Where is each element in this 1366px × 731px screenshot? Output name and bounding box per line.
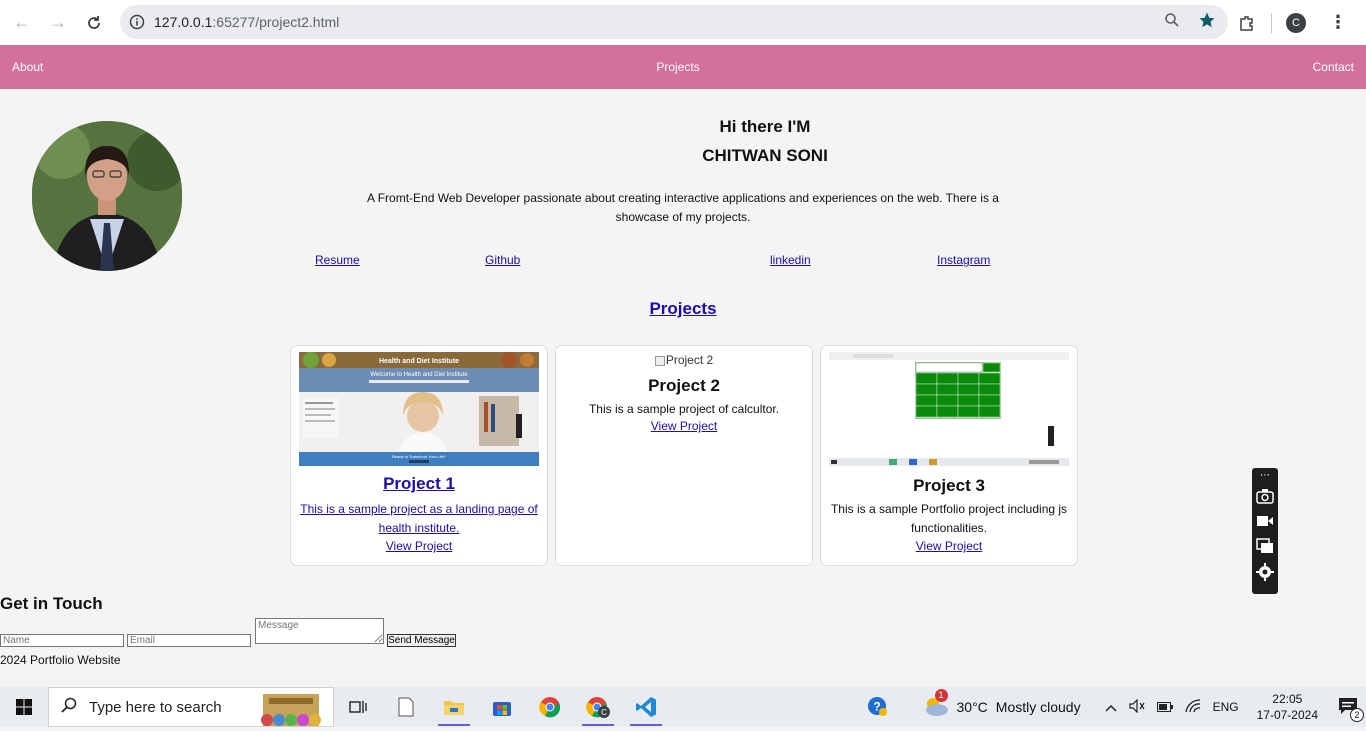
url-path: :65277/project2.html — [212, 14, 339, 30]
url-text[interactable]: 127.0.0.1:65277/project2.html — [154, 14, 339, 30]
thumb-welcome-text: Welcome to Health and Diet Institute — [370, 372, 468, 378]
file-explorer-icon[interactable] — [430, 687, 478, 727]
project-3-thumbnail — [829, 352, 1069, 466]
resume-link[interactable]: Resume — [315, 253, 360, 267]
settings-gear-icon[interactable] — [1256, 563, 1274, 584]
project-2-image-alt: Project 2 — [666, 353, 713, 367]
project-3-view-link[interactable]: View Project — [821, 539, 1077, 553]
site-info-icon[interactable] — [120, 14, 154, 30]
taskbar-search-box[interactable]: Type here to search — [48, 687, 334, 727]
search-icon — [61, 697, 77, 718]
clock[interactable]: 22:05 17-07-2024 — [1257, 691, 1318, 723]
windows-icon[interactable] — [1256, 538, 1274, 557]
notifications-icon[interactable]: 2 — [1338, 697, 1358, 718]
camera-icon[interactable] — [1256, 488, 1274, 507]
weather-widget[interactable]: 1 30°C Mostly cloudy — [923, 695, 1081, 720]
browser-toolbar: ← → 127.0.0.1:65277/project2.html C ⋮ — [0, 0, 1366, 45]
address-bar[interactable]: 127.0.0.1:65277/project2.html — [120, 5, 1228, 39]
speaker-muted-icon[interactable] — [1129, 699, 1145, 716]
weather-badge: 1 — [935, 689, 948, 702]
chrome-profile-icon[interactable]: C — [574, 687, 622, 727]
zoom-icon[interactable] — [1164, 12, 1180, 33]
vscode-icon[interactable] — [622, 687, 670, 727]
nav-projects[interactable]: Projects — [656, 60, 699, 74]
email-field[interactable] — [127, 634, 251, 647]
toolbar-divider — [1271, 13, 1272, 33]
clock-date: 17-07-2024 — [1257, 707, 1318, 723]
weather-cloud-icon: 1 — [923, 695, 949, 720]
profile-avatar[interactable]: C — [1278, 5, 1314, 41]
language-indicator[interactable]: ENG — [1213, 700, 1239, 714]
forward-icon[interactable]: → — [40, 5, 76, 41]
toolbar-more-icon[interactable]: ⋯ — [1260, 470, 1270, 482]
project-3-description: This is a sample Portfolio project inclu… — [829, 500, 1069, 538]
chrome-profile-initial: C — [601, 708, 607, 717]
contact-heading: Get in Touch — [0, 594, 103, 614]
nav-contact[interactable]: Contact — [1313, 60, 1354, 74]
taskbar-search-placeholder: Type here to search — [89, 699, 222, 716]
profile-initial: C — [1286, 13, 1306, 33]
bookmark-star-icon[interactable] — [1198, 11, 1216, 34]
task-view-icon[interactable] — [334, 687, 382, 727]
wifi-icon[interactable] — [1185, 699, 1201, 716]
hero-description: A Fromt-End Web Developer passionate abo… — [365, 189, 1001, 227]
project-1-description[interactable]: This is a sample project as a landing pa… — [299, 500, 539, 538]
nav-about[interactable]: About — [12, 60, 43, 74]
thumb-banner-text: Ready to Transform Your Life? — [392, 454, 447, 459]
footer-text: 2024 Portfolio Website — [0, 653, 121, 667]
hero-greeting: Hi there I'M — [365, 117, 1165, 137]
linkedin-link[interactable]: linkedin — [770, 253, 811, 267]
profile-photo — [32, 121, 182, 271]
hero-name: CHITWAN SONI — [365, 146, 1165, 166]
chevron-up-icon[interactable] — [1105, 700, 1117, 715]
projects-heading-link[interactable]: Projects — [649, 299, 716, 318]
project-2-broken-image: Project 2 — [556, 353, 812, 367]
github-link[interactable]: Github — [485, 253, 520, 267]
windows-start-icon[interactable] — [0, 687, 48, 727]
help-icon[interactable]: ? — [867, 695, 889, 720]
video-icon[interactable] — [1256, 513, 1274, 532]
instagram-link[interactable]: Instagram — [937, 253, 990, 267]
project-3-title: Project 3 — [821, 476, 1077, 496]
weather-temp: 30°C — [957, 699, 988, 715]
project-2-description: This is a sample project of calcultor. — [564, 400, 804, 419]
notepad-icon[interactable] — [382, 687, 430, 727]
send-message-button[interactable]: Send Message — [387, 634, 456, 647]
chrome-icon[interactable] — [526, 687, 574, 727]
clock-time: 22:05 — [1272, 691, 1302, 707]
broken-image-icon — [655, 356, 665, 366]
project-2-view-link[interactable]: View Project — [556, 419, 812, 433]
project-1-view-link[interactable]: View Project — [291, 539, 547, 553]
message-field[interactable] — [255, 618, 384, 644]
extensions-icon[interactable] — [1229, 5, 1265, 41]
projects-heading: Projects — [0, 299, 1366, 319]
notifications-count: 2 — [1350, 708, 1364, 722]
microsoft-store-icon[interactable] — [478, 687, 526, 727]
project-card-2: Project 2 Project 2 This is a sample pro… — [555, 345, 813, 566]
project-card-1: Health and Diet Institute Welcome to Hea… — [290, 345, 548, 566]
weather-desc: Mostly cloudy — [996, 699, 1081, 715]
search-highlight-icon — [253, 690, 329, 731]
name-field[interactable] — [0, 634, 124, 647]
page-content: Hi there I'M CHITWAN SONI A Fromt-End We… — [0, 89, 1366, 687]
project-1-title[interactable]: Project 1 — [291, 474, 547, 494]
project-2-title: Project 2 — [556, 376, 812, 396]
capture-toolbar: ⋯ — [1252, 468, 1278, 594]
thumb-header-text: Health and Diet Institute — [379, 358, 459, 365]
site-navbar: About Projects Contact — [0, 45, 1366, 89]
url-host: 127.0.0.1 — [154, 14, 212, 30]
project-1-thumbnail: Health and Diet Institute Welcome to Hea… — [299, 352, 539, 466]
battery-icon[interactable] — [1157, 700, 1173, 715]
back-icon[interactable]: ← — [4, 5, 40, 41]
menu-kebab-icon[interactable]: ⋮ — [1320, 5, 1356, 41]
project-card-3: Project 3 This is a sample Portfolio pro… — [820, 345, 1078, 566]
reload-icon[interactable] — [76, 5, 112, 41]
windows-taskbar: Type here to search C ? 1 30°C Mostl — [0, 687, 1366, 727]
system-tray: ? 1 30°C Mostly cloudy ENG 22:05 17-07-2… — [867, 687, 1366, 727]
